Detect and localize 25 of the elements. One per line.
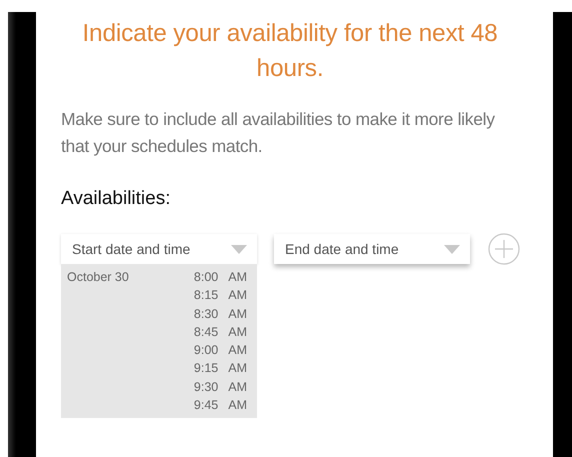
date-label: October 30 (67, 269, 130, 286)
time-option[interactable]: 9:45 (194, 396, 218, 414)
time-option[interactable]: 9:15 (194, 359, 218, 378)
time-option[interactable]: 9:00 (194, 341, 218, 360)
time-option[interactable]: 8:45 (194, 322, 218, 342)
time-option[interactable]: 8:00 (194, 268, 218, 286)
period-label: AM (228, 342, 247, 360)
time-option[interactable]: 8:15 (194, 286, 218, 305)
caret-icon (231, 244, 247, 254)
time-option[interactable]: 8:30 (194, 304, 218, 323)
period-label: AM (228, 324, 247, 341)
period-label: AM (228, 397, 247, 414)
dropdown-field[interactable]: End date and time (274, 234, 470, 264)
section-label: Availabilities: (61, 188, 172, 210)
time-option[interactable]: 9:30 (194, 378, 218, 396)
period-label: AM (228, 287, 247, 304)
intro-text: Make sure to include all availabilities to make it more likely that your schedules match. (61, 108, 496, 158)
period-label: AM (228, 378, 247, 396)
caret-icon (444, 244, 460, 254)
add-icon[interactable] (488, 233, 520, 265)
dropdown-field[interactable]: Start date and time (61, 234, 257, 264)
period-label: AM (228, 360, 247, 378)
heading: Indicate your availability for the next 48 hours. (81, 19, 499, 84)
period-label: AM (228, 306, 247, 323)
period-label: AM (228, 269, 247, 286)
